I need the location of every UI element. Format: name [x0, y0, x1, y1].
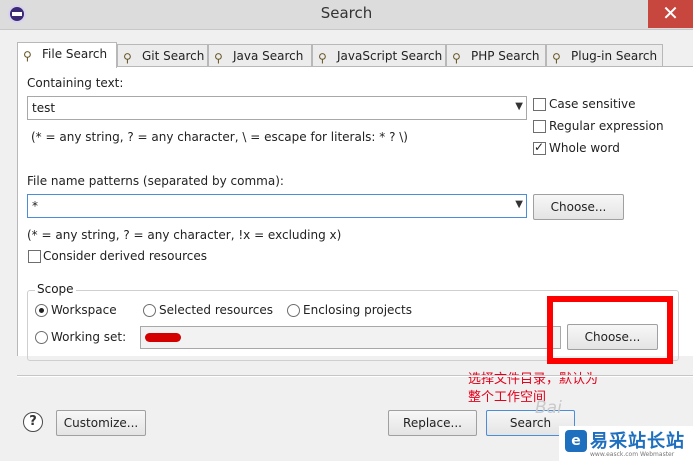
site-name: 易采站长站 — [590, 431, 685, 452]
title-bar: Search ✕ — [0, 0, 693, 30]
search-tabs: ⚲ File Search ⚲ Git Search ⚲ Java Search ⚲ J… — [17, 42, 693, 68]
containing-text-value: test — [32, 101, 56, 115]
chevron-down-icon[interactable]: ▼ — [515, 199, 523, 210]
enclosing-projects-label[interactable]: Enclosing projects — [303, 303, 412, 317]
whole-word-label[interactable]: Whole word — [549, 141, 620, 155]
replace-button[interactable]: Replace... — [388, 410, 477, 436]
regular-expression-label[interactable]: Regular expression — [549, 119, 664, 133]
working-set-field[interactable] — [140, 326, 561, 349]
javascript-search-icon: ⚲ — [318, 51, 327, 65]
site-logo-icon: e — [565, 430, 587, 452]
containing-text-hint: (* = any string, ? = any character, \ = … — [31, 130, 408, 144]
tab-git-search[interactable]: ⚲ Git Search — [117, 44, 208, 67]
case-sensitive-label[interactable]: Case sensitive — [549, 97, 636, 111]
file-patterns-combo[interactable]: * ▼ — [27, 194, 527, 218]
enclosing-projects-radio[interactable] — [287, 304, 300, 317]
derived-resources-checkbox[interactable] — [28, 250, 41, 263]
tab-php-search[interactable]: ⚲ PHP Search — [446, 44, 546, 67]
working-set-label[interactable]: Working set: — [51, 330, 126, 344]
containing-text-label: Containing text: — [27, 76, 124, 90]
choose-patterns-button[interactable]: Choose... — [533, 194, 624, 220]
derived-resources-label[interactable]: Consider derived resources — [43, 249, 207, 263]
java-search-icon: ⚲ — [214, 51, 223, 65]
file-patterns-hint: (* = any string, ? = any character, !x =… — [27, 228, 342, 242]
file-search-icon: ⚲ — [23, 49, 32, 63]
plugin-search-icon: ⚲ — [552, 51, 561, 65]
customize-button[interactable]: Customize... — [56, 410, 146, 436]
tab-javascript-search[interactable]: ⚲ JavaScript Search — [312, 44, 446, 67]
selected-resources-radio[interactable] — [143, 304, 156, 317]
redaction-mark — [145, 333, 181, 342]
php-search-icon: ⚲ — [452, 51, 461, 65]
window-title: Search — [320, 4, 373, 22]
workspace-label[interactable]: Workspace — [51, 303, 117, 317]
chevron-down-icon[interactable]: ▼ — [515, 101, 523, 112]
site-watermark: e 易采站长站 www.easck.com Webmaster — [559, 426, 693, 461]
annotation-line-1: 选择文件目录，默认为 — [468, 372, 599, 387]
footer-separator — [17, 375, 693, 377]
whole-word-checkbox[interactable] — [533, 140, 546, 155]
scope-legend: Scope — [35, 282, 76, 296]
case-sensitive-checkbox[interactable] — [533, 98, 546, 111]
baidu-watermark: Bai — [535, 398, 562, 418]
file-patterns-label: File name patterns (separated by comma): — [27, 174, 284, 188]
tab-plugin-search[interactable]: ⚲ Plug-in Search — [546, 44, 663, 67]
site-url: www.easck.com Webmaster — [590, 451, 675, 458]
file-patterns-value: * — [32, 199, 38, 213]
containing-text-combo[interactable]: test ▼ — [27, 96, 527, 120]
annotation-highlight-box — [547, 296, 673, 364]
selected-resources-label[interactable]: Selected resources — [159, 303, 273, 317]
help-icon[interactable]: ? — [23, 412, 43, 432]
regular-expression-checkbox[interactable] — [533, 120, 546, 133]
tab-java-search[interactable]: ⚲ Java Search — [208, 44, 312, 67]
git-search-icon: ⚲ — [123, 51, 132, 65]
workspace-radio[interactable] — [35, 304, 48, 317]
close-button[interactable]: ✕ — [648, 0, 693, 28]
working-set-radio[interactable] — [35, 331, 48, 344]
tab-file-search[interactable]: ⚲ File Search — [17, 42, 117, 68]
